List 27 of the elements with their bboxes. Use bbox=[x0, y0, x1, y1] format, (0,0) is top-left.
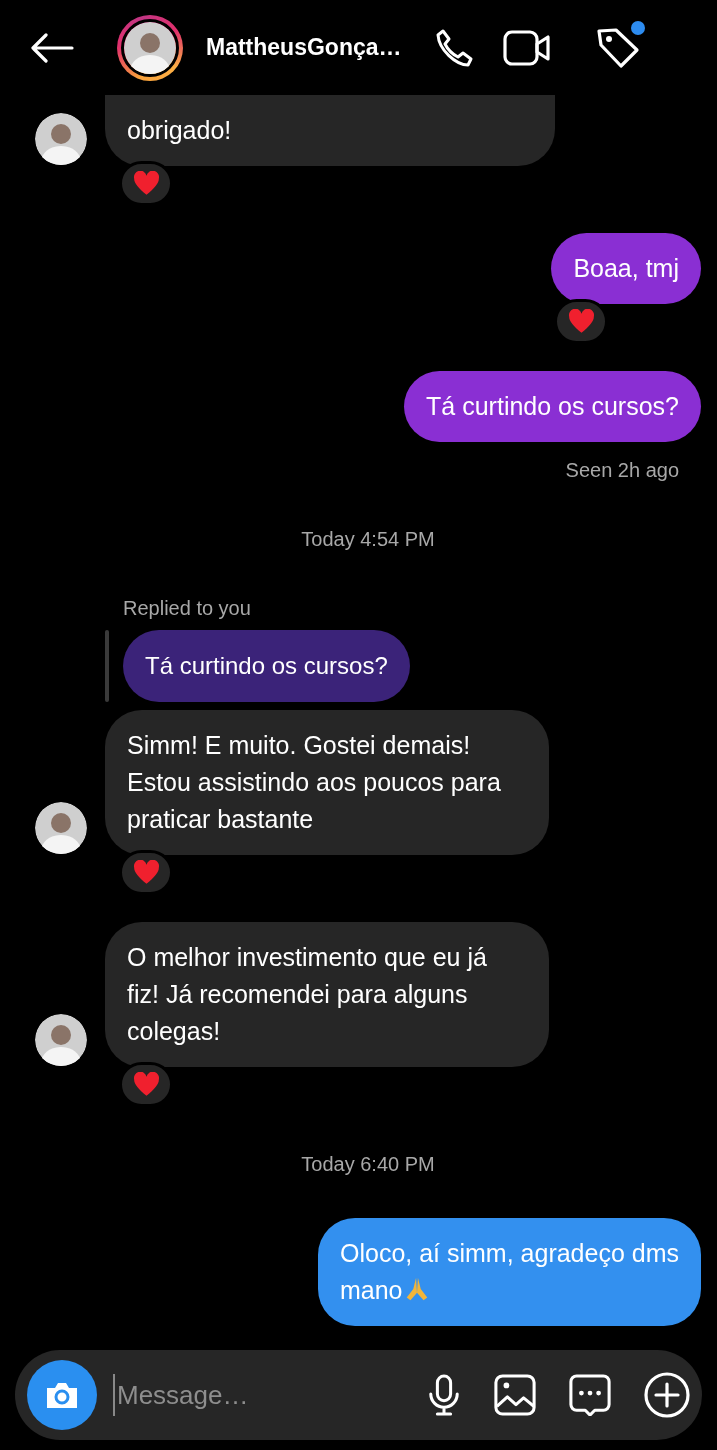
camera-button[interactable] bbox=[27, 1360, 97, 1430]
heart-icon bbox=[567, 309, 595, 334]
reply-label: Replied to you bbox=[123, 596, 251, 620]
avatar[interactable] bbox=[35, 1014, 87, 1066]
sticker-icon[interactable] bbox=[569, 1374, 611, 1416]
avatar[interactable] bbox=[35, 113, 87, 165]
timestamp: Today 6:40 PM bbox=[301, 1152, 435, 1176]
message-bubble[interactable]: Simm! E muito. Gostei demais! Estou assistindo aos poucos para praticar bastante bbox=[105, 710, 549, 855]
message-bubble[interactable]: Tá curtindo os cursos? bbox=[404, 371, 701, 442]
microphone-icon[interactable] bbox=[427, 1374, 461, 1416]
plus-icon[interactable] bbox=[644, 1372, 690, 1418]
video-camera-icon[interactable] bbox=[503, 27, 551, 68]
avatar[interactable] bbox=[35, 802, 87, 854]
timestamp: Today 4:54 PM bbox=[301, 527, 435, 551]
heart-icon bbox=[132, 860, 160, 885]
message-bubble[interactable]: Boaa, tmj bbox=[551, 233, 701, 304]
heart-icon bbox=[132, 1072, 160, 1097]
contact-name[interactable]: MattheusGonça… bbox=[206, 34, 431, 61]
image-icon[interactable] bbox=[494, 1374, 536, 1416]
message-bubble[interactable]: obrigado! bbox=[105, 95, 555, 166]
quoted-message[interactable]: Tá curtindo os cursos? bbox=[123, 630, 410, 702]
back-arrow-icon[interactable] bbox=[30, 32, 74, 63]
seen-status: Seen 2h ago bbox=[565, 458, 679, 482]
heart-icon bbox=[132, 171, 160, 196]
message-input[interactable]: Message… bbox=[113, 1374, 417, 1416]
camera-icon bbox=[44, 1380, 80, 1410]
message-bubble[interactable]: O melhor investimento que eu já fiz! Já recomendei para alguns colegas! bbox=[105, 922, 549, 1067]
